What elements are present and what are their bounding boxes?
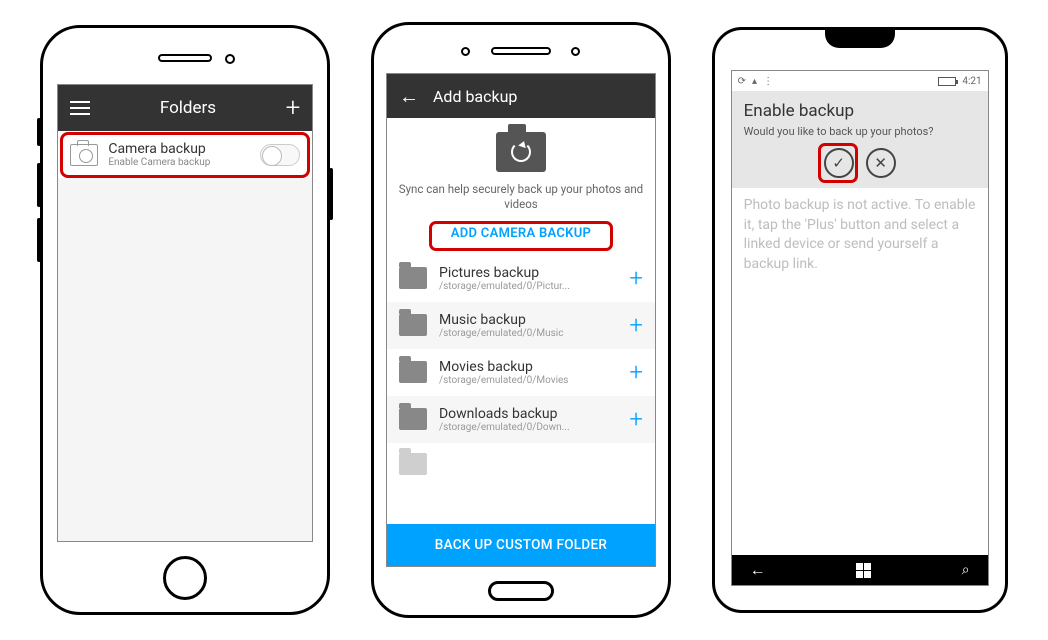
list-item[interactable]: Movies backup /storage/emulated/0/Movies… <box>387 349 655 396</box>
folder-icon <box>399 408 427 430</box>
mute-switch <box>37 118 41 146</box>
status-time: 4:21 <box>962 76 981 87</box>
row-subtitle: Enable Camera backup <box>108 157 250 168</box>
add-icon[interactable]: + <box>629 313 643 337</box>
backup-list: Pictures backup /storage/emulated/0/Pict… <box>387 255 655 524</box>
check-icon: ✓ <box>832 154 845 172</box>
speaker-icon <box>491 47 551 55</box>
sync-status-icon: ⟳ <box>738 76 746 87</box>
help-text: Photo backup is not active. To enable it… <box>744 196 976 274</box>
list-item[interactable] <box>387 443 655 485</box>
status-bar: ⟳ ▴ ⋮ 4:21 <box>732 71 988 91</box>
camera-backup-toggle[interactable] <box>260 144 300 166</box>
front-camera-icon <box>571 47 580 56</box>
volume-down <box>37 218 41 262</box>
android-frame: ← Add backup Sync can help securely back… <box>371 22 671 618</box>
item-path: /storage/emulated/0/Down... <box>439 422 617 433</box>
camera-backup-row[interactable]: Camera backup Enable Camera backup <box>58 131 312 178</box>
folder-icon <box>399 267 427 289</box>
camera-sync-icon <box>496 132 546 172</box>
close-icon: ✕ <box>874 154 887 172</box>
list-item[interactable]: Pictures backup /storage/emulated/0/Pict… <box>387 255 655 302</box>
item-path: /storage/emulated/0/Music <box>439 328 617 339</box>
search-icon[interactable]: ⌕ <box>962 562 970 578</box>
signal-icon: ▴ <box>752 76 757 87</box>
winphone-frame: ⟳ ▴ ⋮ 4:21 Enable backup Would you like … <box>712 27 1008 613</box>
dialog-title: Enable backup <box>744 101 976 121</box>
item-title: Downloads backup <box>439 406 617 422</box>
sensor-icon <box>461 47 470 56</box>
home-button[interactable] <box>488 581 554 601</box>
wifi-icon: ⋮ <box>763 76 773 87</box>
hero-section: Sync can help securely back up your phot… <box>387 118 655 255</box>
dialog-text: Would you like to back up your photos? <box>744 125 976 138</box>
item-path: /storage/emulated/0/Pictur... <box>439 281 617 292</box>
item-title: Pictures backup <box>439 265 617 281</box>
add-icon[interactable]: + <box>629 266 643 290</box>
iphone-screen: Folders + Camera backup Enable Camera ba… <box>57 84 313 542</box>
folder-icon <box>399 453 427 475</box>
confirm-button[interactable]: ✓ <box>824 148 854 178</box>
folder-icon <box>399 361 427 383</box>
android-header: ← Add backup <box>387 74 655 118</box>
add-camera-backup-button[interactable]: ADD CAMERA BACKUP <box>437 220 605 247</box>
speaker-icon <box>158 54 212 62</box>
hamburger-icon[interactable] <box>70 101 90 115</box>
home-button[interactable] <box>163 556 207 600</box>
nav-bar: ← ⌕ <box>732 555 988 585</box>
iphone-frame: Folders + Camera backup Enable Camera ba… <box>40 25 330 615</box>
hero-description: Sync can help securely back up your phot… <box>397 182 645 212</box>
row-texts: Camera backup Enable Camera backup <box>108 141 250 168</box>
enable-backup-dialog: Enable backup Would you like to back up … <box>732 91 988 188</box>
page-title: Folders <box>90 98 285 118</box>
notch <box>825 28 895 48</box>
volume-up <box>37 163 41 207</box>
add-icon[interactable]: + <box>629 407 643 431</box>
add-button[interactable]: + <box>286 95 301 121</box>
page-title: Add backup <box>433 87 517 106</box>
item-path: /storage/emulated/0/Movies <box>439 375 617 386</box>
cancel-button[interactable]: ✕ <box>866 148 896 178</box>
item-title: Music backup <box>439 312 617 328</box>
ios-header: Folders + <box>58 85 312 131</box>
item-title: Movies backup <box>439 359 617 375</box>
back-icon[interactable]: ← <box>750 560 766 580</box>
backup-custom-folder-button[interactable]: BACK UP CUSTOM FOLDER <box>387 524 655 566</box>
battery-icon <box>938 77 956 86</box>
front-camera-icon <box>225 54 235 64</box>
folder-icon <box>399 314 427 336</box>
back-icon[interactable]: ← <box>399 84 419 109</box>
list-item[interactable]: Music backup /storage/emulated/0/Music + <box>387 302 655 349</box>
list-item[interactable]: Downloads backup /storage/emulated/0/Dow… <box>387 396 655 443</box>
add-icon[interactable]: + <box>629 360 643 384</box>
windows-icon[interactable] <box>856 563 871 578</box>
row-title: Camera backup <box>108 141 250 157</box>
body-content: Photo backup is not active. To enable it… <box>732 188 988 555</box>
winphone-screen: ⟳ ▴ ⋮ 4:21 Enable backup Would you like … <box>731 70 989 586</box>
camera-icon <box>70 144 98 166</box>
power-button <box>329 168 333 220</box>
android-screen: ← Add backup Sync can help securely back… <box>386 73 656 567</box>
